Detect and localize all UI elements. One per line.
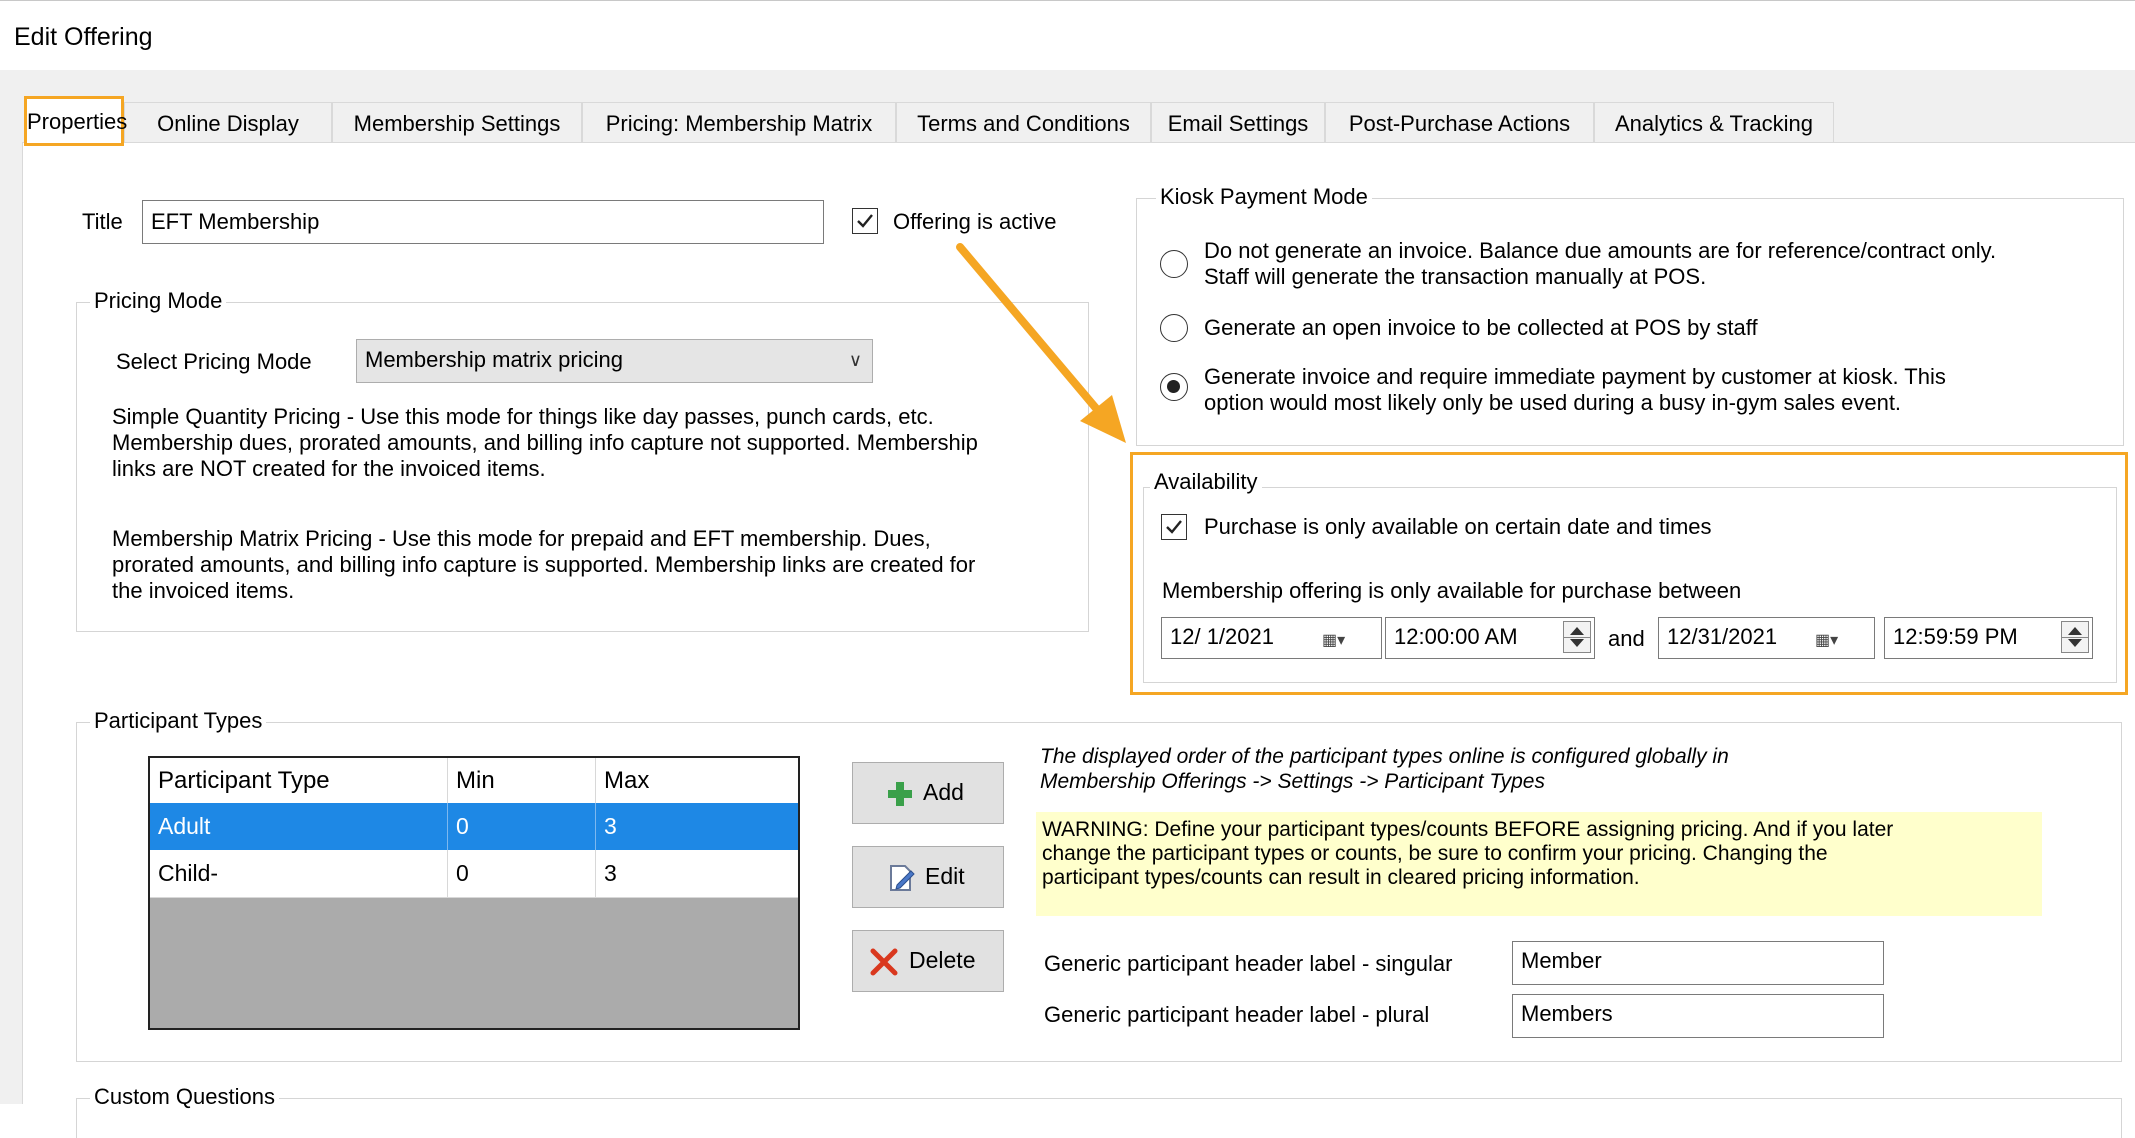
- pricing-mode-matrix-description: Membership Matrix Pricing - Use this mod…: [112, 526, 976, 603]
- and-label: and: [1608, 626, 1645, 651]
- cell-participant-type: Adult: [150, 803, 448, 850]
- kiosk-option-no-invoice-label: Do not generate an invoice. Balance due …: [1204, 238, 1997, 289]
- end-time-value: 12:59:59 PM: [1893, 624, 2018, 649]
- tab-email-settings[interactable]: Email Settings: [1151, 102, 1325, 143]
- availability-restricted-checkbox[interactable]: [1161, 514, 1187, 540]
- tab-online-display[interactable]: Online Display: [124, 102, 332, 143]
- participant-order-note: The displayed order of the participant t…: [1040, 745, 1729, 793]
- pricing-mode-legend: Pricing Mode: [90, 289, 227, 313]
- table-row[interactable]: Child- 0 3: [150, 850, 798, 898]
- tab-pricing-membership-matrix[interactable]: Pricing: Membership Matrix: [582, 102, 896, 143]
- checkmark-icon: [1166, 520, 1182, 534]
- tab-properties[interactable]: Properties: [24, 96, 127, 146]
- end-time-picker[interactable]: 12:59:59 PM: [1884, 617, 2093, 659]
- start-date-value: 12/ 1/2021: [1170, 624, 1274, 649]
- delete-button[interactable]: Delete: [852, 930, 1004, 992]
- cell-max: 3: [604, 813, 617, 839]
- chevron-down-icon: ∨: [848, 350, 862, 370]
- tab-post-purchase-actions[interactable]: Post-Purchase Actions: [1325, 102, 1594, 143]
- edit-button[interactable]: Edit: [852, 846, 1004, 908]
- plural-label: Generic participant header label - plura…: [1044, 1002, 1430, 1027]
- custom-questions-legend: Custom Questions: [90, 1085, 279, 1109]
- custom-questions-group: [76, 1098, 2122, 1138]
- participant-types-legend: Participant Types: [90, 709, 267, 733]
- select-pricing-mode-label: Select Pricing Mode: [116, 349, 312, 374]
- end-time-spinner-icon[interactable]: [2061, 621, 2089, 653]
- add-button[interactable]: Add: [852, 762, 1004, 824]
- kiosk-option-open-invoice-label: Generate an open invoice to be collected…: [1204, 315, 1758, 340]
- cell-min: 0: [448, 803, 596, 850]
- tab-analytics-tracking[interactable]: Analytics & Tracking: [1594, 102, 1834, 143]
- kiosk-payment-mode-legend: Kiosk Payment Mode: [1156, 185, 1372, 209]
- add-button-label: Add: [923, 779, 964, 805]
- delete-button-label: Delete: [909, 947, 976, 973]
- calendar-dropdown-icon[interactable]: ▦▾: [1322, 622, 1362, 652]
- singular-label-input[interactable]: Member: [1512, 941, 1884, 985]
- availability-restricted-label: Purchase is only available on certain da…: [1204, 514, 1712, 539]
- singular-label: Generic participant header label - singu…: [1044, 951, 1453, 976]
- cell-min: 0: [448, 850, 596, 897]
- table-row[interactable]: Adult 0 3: [150, 803, 798, 850]
- participant-warning: WARNING: Define your participant types/c…: [1036, 812, 2042, 916]
- annotation-arrow-icon: [956, 243, 1126, 443]
- kiosk-option-open-invoice-radio[interactable]: [1160, 314, 1188, 342]
- window-title: Edit Offering: [14, 23, 153, 51]
- kiosk-option-no-invoice-radio[interactable]: [1160, 250, 1188, 278]
- cell-max: 3: [604, 860, 617, 886]
- title-label: Title: [82, 209, 123, 234]
- pricing-mode-selected-value: Membership matrix pricing: [365, 347, 623, 372]
- window-titlebar: Edit Offering: [0, 0, 2135, 71]
- tab-terms-and-conditions[interactable]: Terms and Conditions: [896, 102, 1151, 143]
- start-time-picker[interactable]: 12:00:00 AM: [1385, 617, 1595, 659]
- offering-active-checkbox[interactable]: [852, 208, 878, 234]
- column-header-min[interactable]: Min: [448, 758, 596, 803]
- pricing-mode-select[interactable]: Membership matrix pricing ∨: [356, 339, 873, 383]
- participant-types-table: Participant Type Min Max Adult 0 3 Child…: [148, 756, 800, 1030]
- availability-between-label: Membership offering is only available fo…: [1162, 578, 1742, 603]
- availability-legend: Availability: [1150, 470, 1262, 494]
- end-date-picker[interactable]: 12/31/2021 ▦▾: [1658, 617, 1875, 659]
- tab-membership-settings[interactable]: Membership Settings: [332, 102, 582, 143]
- checkmark-icon: [857, 214, 873, 228]
- pricing-mode-simple-description: Simple Quantity Pricing - Use this mode …: [112, 404, 978, 481]
- plural-label-input[interactable]: Members: [1512, 994, 1884, 1038]
- kiosk-option-immediate-payment-radio[interactable]: [1160, 373, 1188, 401]
- start-time-value: 12:00:00 AM: [1394, 624, 1518, 649]
- start-date-picker[interactable]: 12/ 1/2021 ▦▾: [1161, 617, 1382, 659]
- delete-x-icon: [870, 948, 898, 976]
- column-header-max[interactable]: Max: [596, 758, 798, 803]
- plus-icon: [888, 782, 912, 806]
- table-header-row: Participant Type Min Max: [150, 758, 798, 804]
- cell-participant-type: Child-: [150, 850, 448, 897]
- end-date-value: 12/31/2021: [1667, 624, 1778, 649]
- kiosk-option-immediate-payment-label: Generate invoice and require immediate p…: [1204, 364, 1946, 415]
- start-time-spinner-icon[interactable]: [1563, 621, 1591, 653]
- edit-button-label: Edit: [925, 863, 965, 889]
- column-header-participant-type[interactable]: Participant Type: [150, 758, 448, 803]
- title-input[interactable]: EFT Membership: [142, 200, 824, 244]
- edit-icon: [890, 865, 915, 891]
- calendar-dropdown-icon[interactable]: ▦▾: [1815, 622, 1855, 652]
